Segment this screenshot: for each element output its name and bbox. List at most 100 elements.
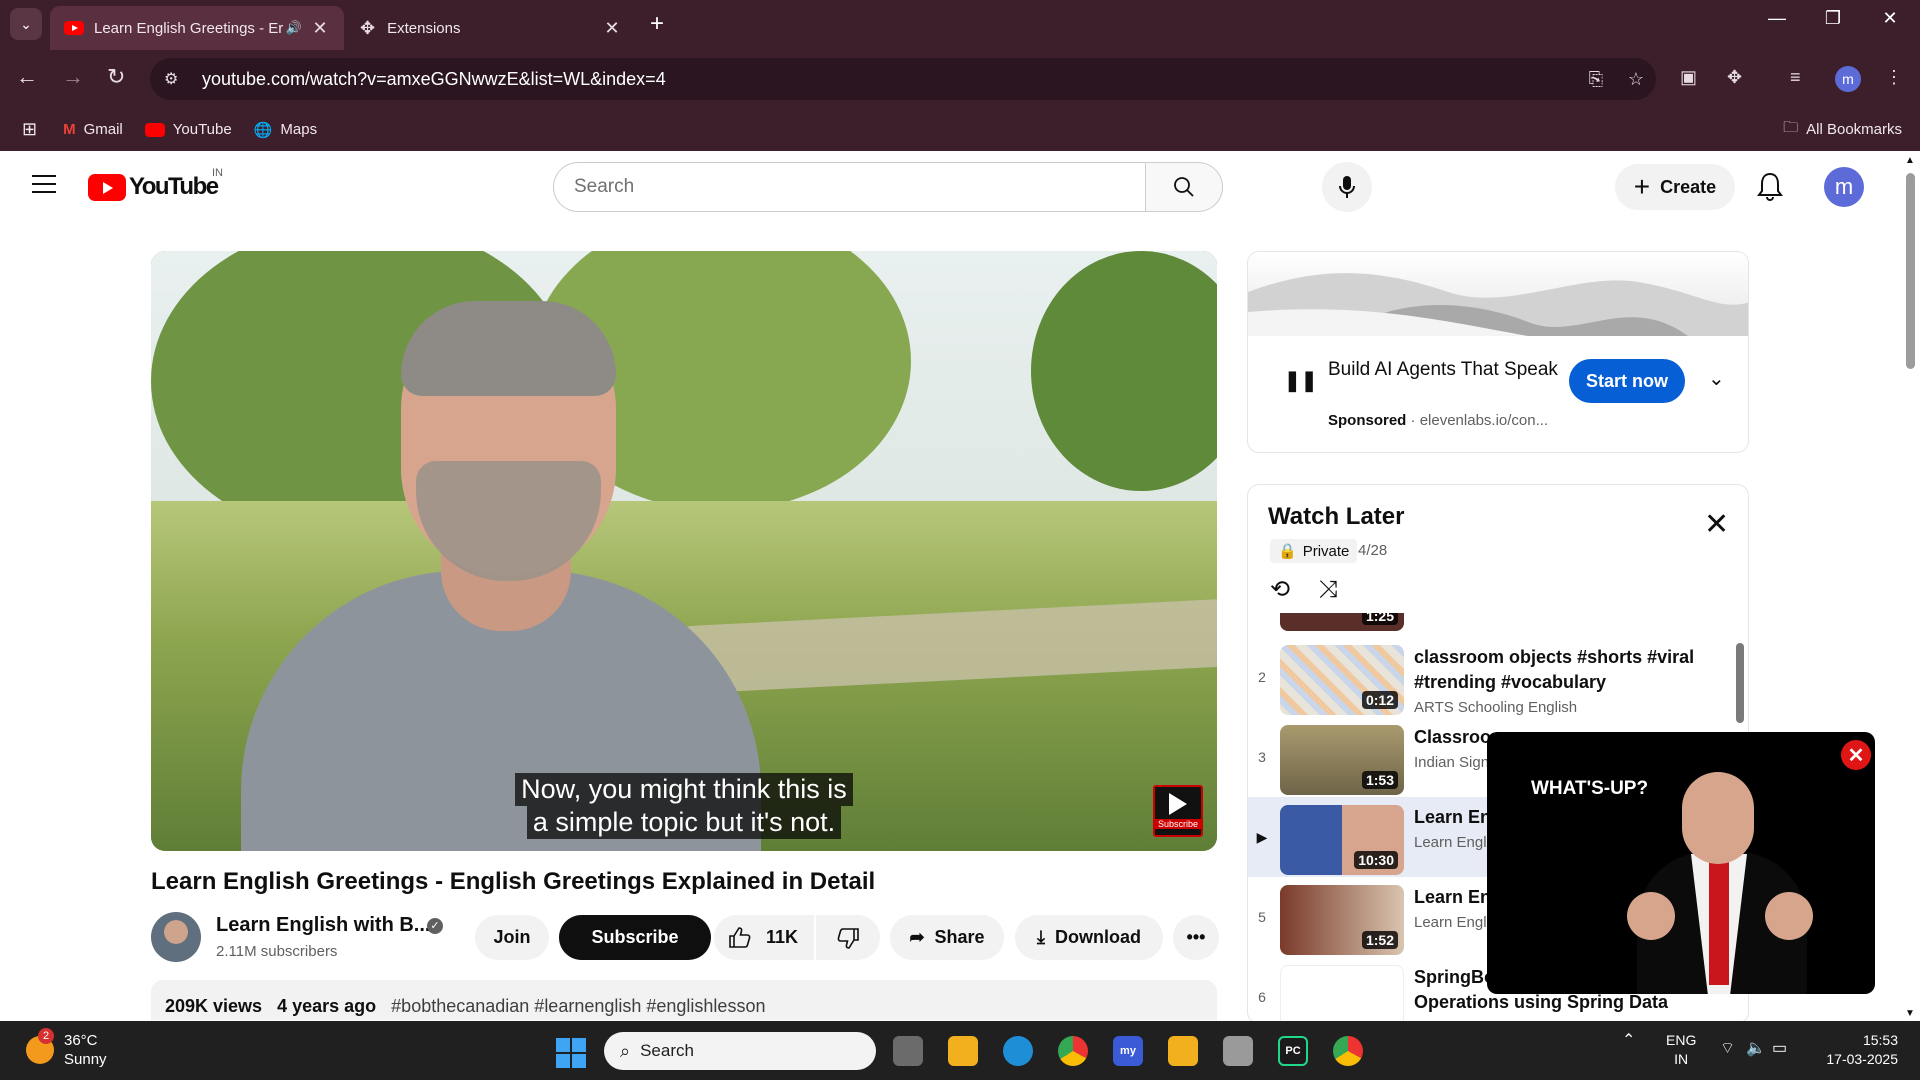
show-hidden-icons[interactable]: ⌃ bbox=[1622, 1031, 1635, 1050]
file-explorer-icon[interactable] bbox=[948, 1036, 978, 1066]
bookmark-youtube[interactable]: YouTube bbox=[144, 121, 232, 138]
close-popup-icon[interactable]: ✕ bbox=[1841, 740, 1871, 770]
subscribe-watermark[interactable]: Subscribe bbox=[1153, 785, 1203, 837]
weather-widget[interactable]: 2 36°C Sunny bbox=[26, 1028, 107, 1069]
subscribe-button[interactable]: Subscribe bbox=[559, 915, 711, 960]
minimize-button[interactable]: — bbox=[1757, 8, 1797, 29]
account-avatar[interactable]: m bbox=[1824, 167, 1864, 207]
back-button[interactable]: ← bbox=[16, 64, 38, 90]
playlist-title[interactable]: Watch Later bbox=[1268, 503, 1404, 531]
clock[interactable]: 15:53 17-03-2025 bbox=[1818, 1031, 1898, 1069]
pause-icon[interactable]: ❚❚ bbox=[1284, 368, 1318, 393]
close-tab-icon[interactable]: ✕ bbox=[602, 18, 622, 39]
language-indicator[interactable]: ENG IN bbox=[1666, 1031, 1696, 1069]
install-app-icon[interactable]: ⎘ bbox=[1576, 69, 1616, 90]
page-scrollbar[interactable]: ▲ ▼ bbox=[1900, 151, 1920, 1021]
microsoft-store-icon[interactable] bbox=[1168, 1036, 1198, 1066]
region-code: IN bbox=[1674, 1051, 1689, 1067]
video-thumbnail[interactable]: 0:12 bbox=[1280, 645, 1404, 715]
reload-button[interactable]: ↻ bbox=[107, 64, 125, 90]
video-thumbnail[interactable] bbox=[1280, 965, 1404, 1023]
scrollbar-thumb[interactable] bbox=[1736, 643, 1744, 723]
hashtags[interactable]: #bobthecanadian #learnenglish #englishle… bbox=[391, 996, 765, 1016]
url-text[interactable]: youtube.com/watch?v=amxeGGNwwzE&list=WL&… bbox=[202, 69, 1576, 90]
bookmark-label: YouTube bbox=[172, 121, 232, 138]
browser-toolbar: ← → ↻ ⚙ youtube.com/watch?v=amxeGGNwwzE&… bbox=[0, 50, 1920, 108]
extension-icon[interactable]: ▣ bbox=[1680, 67, 1697, 88]
site-info-icon[interactable]: ⚙ bbox=[164, 69, 188, 89]
youtube-logo[interactable]: YouTube IN bbox=[88, 167, 223, 201]
tab-extensions[interactable]: ✥ Extensions ✕ bbox=[346, 6, 636, 50]
address-bar[interactable]: ⚙ youtube.com/watch?v=amxeGGNwwzE&list=W… bbox=[150, 58, 1656, 100]
join-button[interactable]: Join bbox=[475, 915, 549, 960]
chrome-icon[interactable] bbox=[1058, 1036, 1088, 1066]
more-actions-button[interactable]: ••• bbox=[1173, 915, 1219, 960]
item-title[interactable]: classroom objects #shorts #viral #trendi… bbox=[1414, 645, 1714, 695]
view-count: 209K views bbox=[165, 996, 263, 1016]
restore-button[interactable]: ❐ bbox=[1813, 8, 1853, 29]
menu-kebab-icon[interactable]: ⋮ bbox=[1885, 67, 1903, 88]
close-icon[interactable]: ✕ bbox=[1704, 507, 1729, 542]
item-channel: ARTS Schooling English bbox=[1414, 699, 1578, 716]
scroll-down-icon[interactable]: ▼ bbox=[1905, 1008, 1915, 1019]
ad-domain: elevenlabs.io/con... bbox=[1419, 412, 1549, 429]
list-item[interactable]: 2 0:12 classroom objects #shorts #viral … bbox=[1248, 637, 1732, 717]
taskbar-search[interactable]: ⌕ Search bbox=[604, 1032, 876, 1070]
all-bookmarks-button[interactable]: 🗀 All Bookmarks bbox=[1783, 117, 1902, 142]
share-label: Share bbox=[934, 927, 985, 947]
camera-icon[interactable] bbox=[1223, 1036, 1253, 1066]
description-box[interactable]: 209K views 4 years ago #bobthecanadian #… bbox=[151, 980, 1217, 1020]
pycharm-icon[interactable]: PC bbox=[1278, 1036, 1308, 1066]
edge-browser-icon[interactable] bbox=[1003, 1036, 1033, 1066]
create-button[interactable]: + Create bbox=[1615, 164, 1735, 210]
forward-button[interactable]: → bbox=[62, 64, 84, 90]
search-input[interactable] bbox=[553, 162, 1145, 212]
bookmark-gmail[interactable]: M Gmail bbox=[63, 121, 123, 138]
download-button[interactable]: ⤓ Download bbox=[1015, 915, 1163, 960]
video-player[interactable]: Now, you might think this is a simple to… bbox=[151, 251, 1217, 851]
bookmark-maps[interactable]: 🌐 Maps bbox=[254, 121, 317, 139]
list-item[interactable]: 1:25 bbox=[1248, 613, 1732, 633]
volume-icon[interactable]: 🔈 bbox=[1746, 1039, 1766, 1058]
ad-card[interactable]: ❚❚ Build AI Agents That Speak Sponsored … bbox=[1247, 251, 1749, 453]
close-window-button[interactable]: ✕ bbox=[1870, 8, 1910, 29]
loop-icon[interactable]: ⟲ bbox=[1270, 576, 1290, 603]
share-button[interactable]: ➦ Share bbox=[890, 915, 1004, 960]
search-button[interactable] bbox=[1145, 162, 1223, 212]
ad-cta-button[interactable]: Start now bbox=[1569, 359, 1685, 403]
extensions-puzzle-icon[interactable]: ✥ bbox=[1727, 67, 1742, 88]
channel-avatar[interactable] bbox=[151, 912, 201, 962]
wifi-icon[interactable]: ⌔ bbox=[1720, 1039, 1735, 1058]
tab-youtube[interactable]: Learn English Greetings - Er 🔊 ✕ bbox=[50, 6, 344, 50]
video-thumbnail[interactable]: 1:53 bbox=[1280, 725, 1404, 795]
apps-grid-icon[interactable]: ⊞ bbox=[22, 119, 37, 140]
sign-language-popup[interactable]: WHAT'S-UP? ✕ bbox=[1487, 732, 1875, 994]
now-playing-icon: ▶ bbox=[1256, 829, 1268, 845]
video-thumbnail[interactable]: 1:52 bbox=[1280, 885, 1404, 955]
bookmark-star-icon[interactable]: ☆ bbox=[1616, 69, 1656, 90]
scrollbar-thumb[interactable] bbox=[1906, 173, 1915, 369]
new-tab-button[interactable]: + bbox=[650, 10, 664, 38]
tab-search-button[interactable]: ⌄ bbox=[10, 8, 42, 40]
guide-menu-icon[interactable] bbox=[32, 175, 56, 199]
video-thumbnail[interactable]: 10:30 bbox=[1280, 805, 1404, 875]
ad-title[interactable]: Build AI Agents That Speak bbox=[1328, 356, 1558, 383]
chrome-profile-icon[interactable] bbox=[1333, 1036, 1363, 1066]
media-controls-icon[interactable]: ≡ bbox=[1790, 67, 1801, 88]
close-tab-icon[interactable]: ✕ bbox=[310, 18, 330, 39]
start-button[interactable] bbox=[556, 1038, 586, 1068]
scroll-up-icon[interactable]: ▲ bbox=[1905, 155, 1915, 166]
chevron-down-icon[interactable]: ⌄ bbox=[1708, 366, 1725, 391]
battery-icon[interactable]: ▭ bbox=[1772, 1039, 1787, 1058]
task-view-icon[interactable] bbox=[893, 1036, 923, 1066]
myhp-icon[interactable]: my bbox=[1113, 1036, 1143, 1066]
profile-avatar[interactable]: m bbox=[1835, 66, 1861, 92]
like-button[interactable]: 11K bbox=[714, 915, 814, 960]
video-thumbnail[interactable]: 1:25 bbox=[1280, 613, 1404, 631]
speaker-icon[interactable]: 🔊 bbox=[286, 20, 302, 36]
dislike-button[interactable] bbox=[816, 915, 880, 960]
channel-name[interactable]: Learn English with B... bbox=[216, 914, 430, 937]
notifications-button[interactable] bbox=[1757, 171, 1783, 206]
shuffle-icon[interactable]: ⤨ bbox=[1319, 576, 1338, 603]
voice-search-button[interactable] bbox=[1322, 162, 1372, 212]
